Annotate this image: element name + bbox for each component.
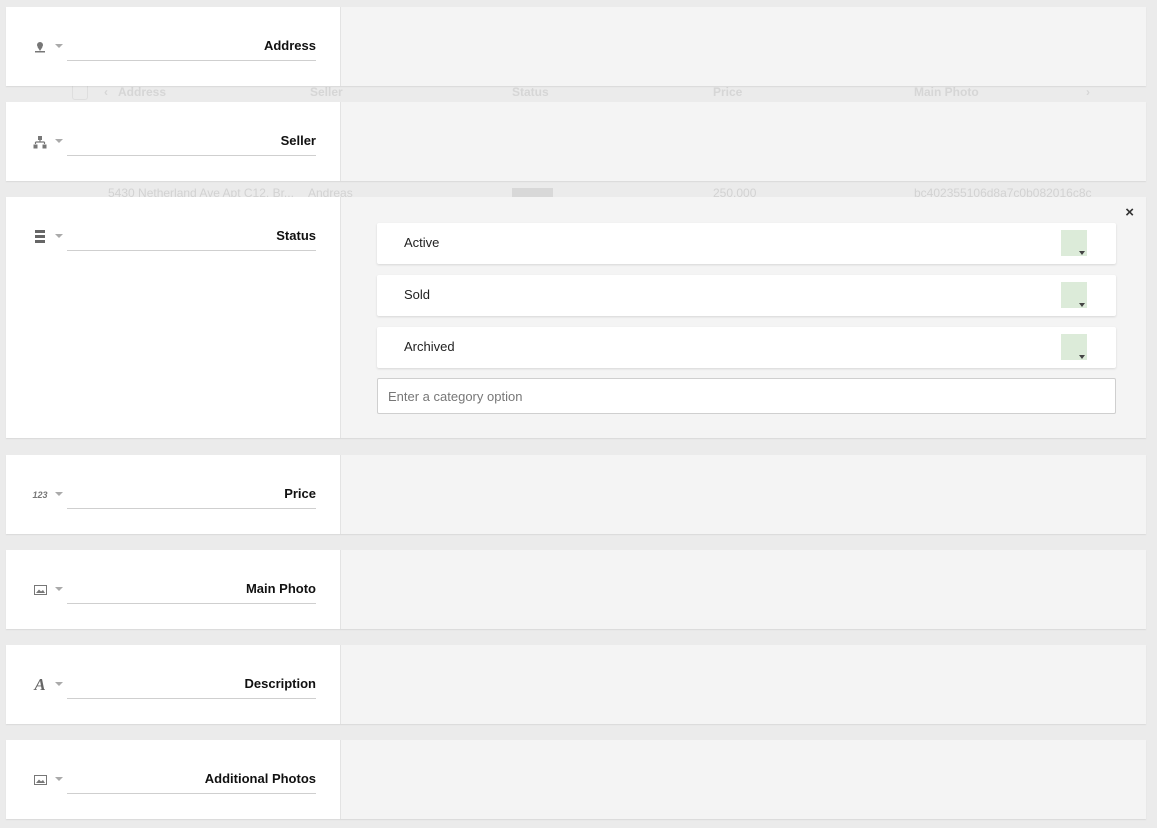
chevron-down-icon[interactable] <box>55 492 63 496</box>
close-icon[interactable]: × <box>1125 205 1134 221</box>
column-header-seller: Seller <box>310 85 343 99</box>
field-row-status: Status × Active Sold Archived <box>6 197 1146 438</box>
field-row-seller: Seller <box>6 102 1146 181</box>
field-name-input[interactable]: Price <box>67 483 316 509</box>
field-name-input[interactable]: Status <box>67 225 316 251</box>
category-option-active[interactable]: Active <box>377 223 1116 264</box>
field-options-panel <box>342 740 1146 819</box>
column-header-price: Price <box>713 85 743 99</box>
option-label[interactable]: Sold <box>404 287 430 302</box>
category-option-sold[interactable]: Sold <box>377 275 1116 316</box>
field-options-panel <box>342 102 1146 181</box>
field-row-address: Address <box>6 7 1146 86</box>
field-name-input[interactable]: Main Photo <box>67 578 316 604</box>
field-config-panel: Seller <box>6 102 341 181</box>
field-options-panel <box>342 645 1146 724</box>
category-option-archived[interactable]: Archived <box>377 327 1116 368</box>
location-pin-icon[interactable] <box>32 39 48 55</box>
field-config-panel: Additional Photos <box>6 740 341 819</box>
chevron-down-icon[interactable] <box>55 44 63 48</box>
field-options-panel <box>342 550 1146 629</box>
new-category-option-input[interactable] <box>377 378 1116 414</box>
table-header: ‹ Address Seller Status Price Main Photo… <box>40 84 1100 100</box>
chevron-down-icon[interactable] <box>55 234 63 238</box>
column-header-main-photo: Main Photo <box>914 85 979 99</box>
field-config-panel: A Description <box>6 645 341 724</box>
chevron-right-icon: › <box>1086 85 1090 99</box>
column-header-status: Status <box>512 85 549 99</box>
field-name-input[interactable]: Additional Photos <box>67 768 316 794</box>
field-row-main-photo: Main Photo <box>6 550 1146 629</box>
number-123-icon[interactable]: 123 <box>32 487 48 503</box>
field-name-input[interactable]: Seller <box>67 130 316 156</box>
text-a-icon[interactable]: A <box>32 675 48 694</box>
field-row-additional-photos: Additional Photos <box>6 740 1146 819</box>
field-row-price: 123 Price <box>6 455 1146 534</box>
chevron-down-icon[interactable] <box>55 139 63 143</box>
field-row-description: A Description <box>6 645 1146 724</box>
hierarchy-icon[interactable] <box>32 134 48 150</box>
option-label[interactable]: Archived <box>404 339 455 354</box>
field-config-panel: 123 Price <box>6 455 341 534</box>
field-name-input[interactable]: Address <box>67 35 316 61</box>
field-options-panel <box>342 7 1146 86</box>
chevron-down-icon[interactable] <box>55 682 63 686</box>
chevron-down-icon[interactable] <box>1079 303 1085 307</box>
chevron-down-icon[interactable] <box>1079 355 1085 359</box>
field-config-panel: Address <box>6 7 341 86</box>
image-icon[interactable] <box>32 582 48 598</box>
select-all-checkbox <box>72 84 88 100</box>
list-icon[interactable] <box>32 229 48 245</box>
chevron-down-icon[interactable] <box>55 777 63 781</box>
chevron-down-icon[interactable] <box>55 587 63 591</box>
option-label[interactable]: Active <box>404 235 439 250</box>
field-name-input[interactable]: Description <box>67 673 316 699</box>
field-config-panel: Status <box>6 197 341 438</box>
column-header-address: Address <box>118 85 167 99</box>
field-config-panel: Main Photo <box>6 550 341 629</box>
chevron-left-icon: ‹ <box>104 85 108 99</box>
category-options-panel: × Active Sold Archived <box>342 197 1146 438</box>
image-icon[interactable] <box>32 772 48 788</box>
field-options-panel <box>342 455 1146 534</box>
chevron-down-icon[interactable] <box>1079 251 1085 255</box>
